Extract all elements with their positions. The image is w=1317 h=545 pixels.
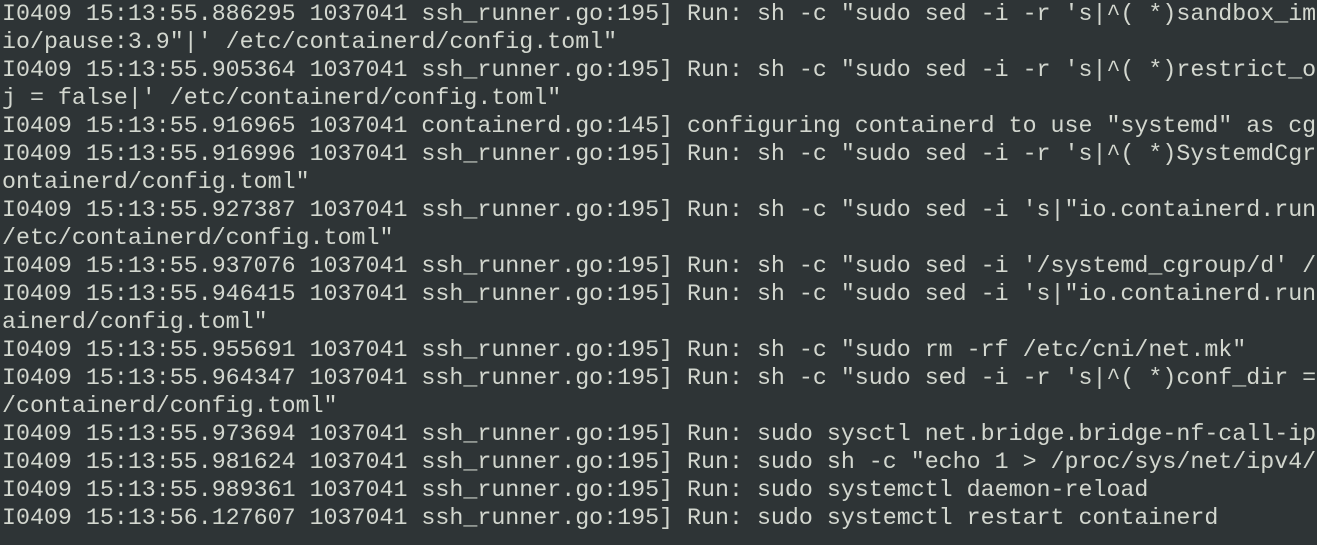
terminal-line: I0409 15:13:56.127607 1037041 ssh_runner… xyxy=(2,505,1219,531)
terminal-line: I0409 15:13:55.886295 1037041 ssh_runner… xyxy=(2,1,1317,27)
terminal-line: io/pause:3.9"|' /etc/containerd/config.t… xyxy=(2,29,618,55)
terminal-line: /containerd/config.toml" xyxy=(2,393,338,419)
terminal-line: I0409 15:13:55.937076 1037041 ssh_runner… xyxy=(2,253,1317,279)
terminal-line: I0409 15:13:55.989361 1037041 ssh_runner… xyxy=(2,477,1149,503)
terminal-line: I0409 15:13:55.905364 1037041 ssh_runner… xyxy=(2,57,1317,83)
terminal-line: I0409 15:13:55.973694 1037041 ssh_runner… xyxy=(2,421,1317,447)
terminal-line: I0409 15:13:55.946415 1037041 ssh_runner… xyxy=(2,281,1317,307)
terminal-line: I0409 15:13:55.964347 1037041 ssh_runner… xyxy=(2,365,1317,391)
terminal-line: I0409 15:13:55.916965 1037041 containerd… xyxy=(2,113,1317,139)
terminal-line: j = false|' /etc/containerd/config.toml" xyxy=(2,85,562,111)
terminal-line: I0409 15:13:55.981624 1037041 ssh_runner… xyxy=(2,449,1317,475)
terminal-output[interactable]: I0409 15:13:55.886295 1037041 ssh_runner… xyxy=(2,0,1317,545)
terminal-line: I0409 15:13:55.955691 1037041 ssh_runner… xyxy=(2,337,1247,363)
terminal-window[interactable]: I0409 15:13:55.886295 1037041 ssh_runner… xyxy=(0,0,1317,545)
terminal-line: /etc/containerd/config.toml" xyxy=(2,225,394,251)
terminal-line: ainerd/config.toml" xyxy=(2,309,268,335)
terminal-line: I0409 15:13:55.927387 1037041 ssh_runner… xyxy=(2,197,1317,223)
terminal-line: I0409 15:13:55.916996 1037041 ssh_runner… xyxy=(2,141,1317,167)
terminal-line: ontainerd/config.toml" xyxy=(2,169,310,195)
